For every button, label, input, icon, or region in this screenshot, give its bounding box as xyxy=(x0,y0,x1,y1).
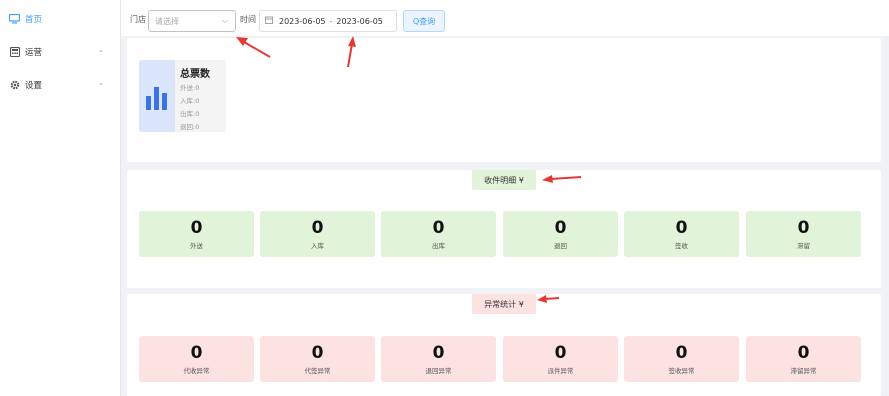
arrow-icon xyxy=(236,37,271,58)
annotation-arrows xyxy=(236,36,582,303)
arrow-icon xyxy=(347,36,356,68)
arrow-icon xyxy=(537,295,560,303)
arrow-icon xyxy=(542,175,582,183)
